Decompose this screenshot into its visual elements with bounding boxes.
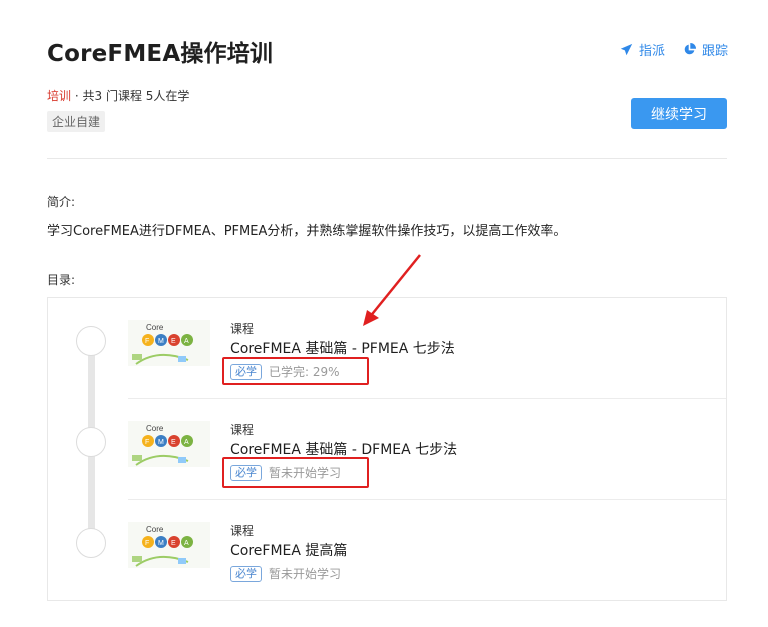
course-meta: 培训 · 共3 门课程 5人在学 <box>47 87 189 104</box>
course-status: 必学 暂未开始学习 <box>230 565 341 582</box>
course-thumbnail: Core F M E A <box>128 522 210 568</box>
source-tag: 企业自建 <box>47 111 106 132</box>
course-thumbnail: Core F M E A <box>128 421 210 467</box>
course-type: 课程 <box>230 322 255 336</box>
timeline-dot <box>76 528 106 558</box>
svg-text:E: E <box>171 439 176 446</box>
course-type: 课程 <box>230 524 255 538</box>
course-summary: 共3 门课程 5人在学 <box>82 89 190 103</box>
svg-text:F: F <box>145 439 149 446</box>
assign-button[interactable]: 指派 <box>620 40 665 59</box>
svg-text:Core: Core <box>146 424 164 433</box>
highlight-box <box>222 457 369 488</box>
send-icon <box>620 43 633 56</box>
continue-learning-button[interactable]: 继续学习 <box>631 98 727 129</box>
category-label[interactable]: 培训 <box>47 89 71 103</box>
top-actions: 指派 跟踪 <box>620 40 728 59</box>
required-badge: 必学 <box>230 565 262 582</box>
svg-text:E: E <box>171 540 176 547</box>
timeline-dot <box>76 326 106 356</box>
course-item[interactable]: Core F M E A 课程 CoreFMEA 提高篇 必学 暂未开始学习 <box>48 500 726 601</box>
course-catalog: Core F M E A 课程 CoreFMEA 基础篇 - PFMEA 七步法… <box>47 297 727 601</box>
highlight-box <box>222 357 369 385</box>
assign-label: 指派 <box>638 44 665 59</box>
svg-text:M: M <box>158 338 164 345</box>
track-label: 跟踪 <box>701 44 728 59</box>
course-title[interactable]: CoreFMEA 提高篇 <box>230 540 347 560</box>
page-title: CoreFMEA操作培训 <box>47 41 274 67</box>
course-thumbnail: Core F M E A <box>128 320 210 366</box>
intro-label: 简介: <box>47 195 76 209</box>
svg-text:M: M <box>158 540 164 547</box>
course-title[interactable]: CoreFMEA 基础篇 - DFMEA 七步法 <box>230 439 457 459</box>
catalog-label: 目录: <box>47 273 76 287</box>
svg-text:F: F <box>145 540 149 547</box>
svg-text:A: A <box>184 338 189 345</box>
svg-text:E: E <box>171 338 176 345</box>
timeline-dot <box>76 427 106 457</box>
svg-text:Core: Core <box>146 525 164 534</box>
meta-separator: · <box>74 89 79 103</box>
course-type: 课程 <box>230 423 255 437</box>
thumb-logo-text: Core <box>146 323 164 332</box>
course-item[interactable]: Core F M E A 课程 CoreFMEA 基础篇 - DFMEA 七步法… <box>48 399 726 500</box>
svg-text:M: M <box>158 439 164 446</box>
intro-text: 学习CoreFMEA进行DFMEA、PFMEA分析，并熟练掌握软件操作技巧，以提… <box>47 224 567 239</box>
svg-text:A: A <box>184 540 189 547</box>
track-button[interactable]: 跟踪 <box>683 40 728 59</box>
pie-chart-icon <box>684 43 696 55</box>
annotation-arrow <box>363 254 421 326</box>
svg-text:A: A <box>184 439 189 446</box>
header-divider <box>47 158 727 159</box>
svg-text:F: F <box>145 338 149 345</box>
progress-text: 暂未开始学习 <box>269 567 342 581</box>
course-title[interactable]: CoreFMEA 基础篇 - PFMEA 七步法 <box>230 338 455 358</box>
